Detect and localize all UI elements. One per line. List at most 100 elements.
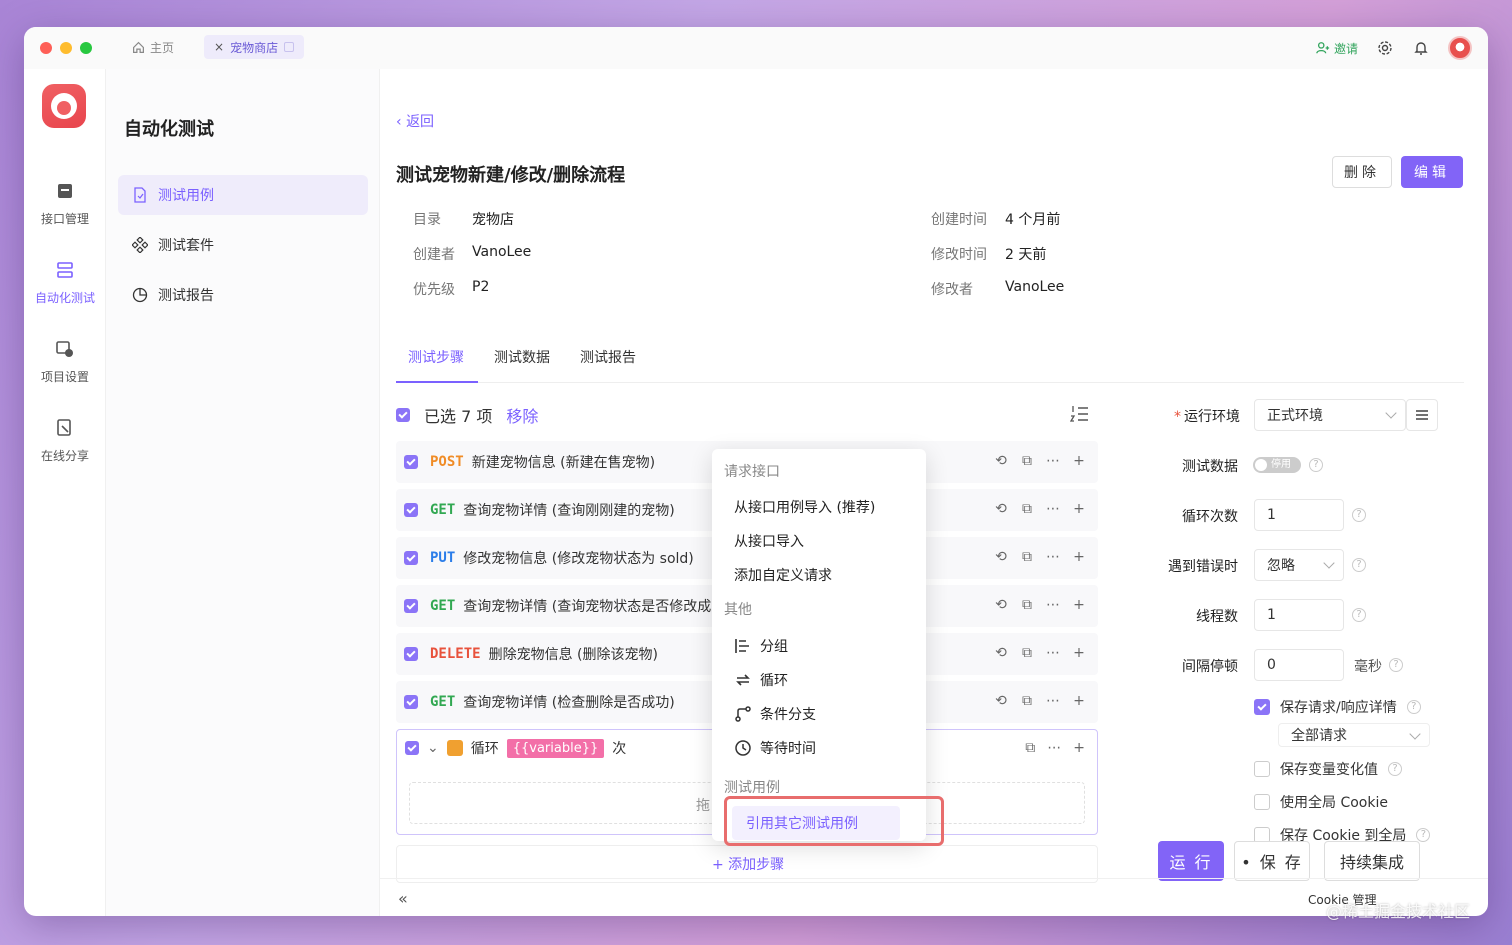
- help-icon[interactable]: ?: [1389, 658, 1403, 672]
- add-icon[interactable]: +: [1072, 645, 1086, 661]
- step-checkbox[interactable]: [404, 551, 418, 565]
- delete-button[interactable]: 删除: [1332, 156, 1392, 188]
- help-icon[interactable]: ?: [1388, 762, 1402, 776]
- select-all-checkbox[interactable]: [396, 408, 410, 422]
- run-button[interactable]: 运 行: [1158, 841, 1224, 881]
- link-icon[interactable]: ⟲: [994, 597, 1008, 613]
- ci-button[interactable]: 持续集成: [1324, 841, 1420, 881]
- collapse-sidebar-icon[interactable]: «: [398, 889, 408, 908]
- page-title: 测试宠物新建/修改/删除流程: [396, 165, 626, 186]
- loop-checkbox[interactable]: [405, 741, 419, 755]
- step-checkbox[interactable]: [404, 599, 418, 613]
- more-icon[interactable]: ⋯: [1046, 645, 1060, 661]
- step-checkbox[interactable]: [404, 647, 418, 661]
- more-icon[interactable]: ⋯: [1046, 453, 1060, 469]
- copy-icon[interactable]: ⧉: [1020, 453, 1034, 469]
- tab-test-data[interactable]: 测试数据: [494, 347, 550, 367]
- add-icon[interactable]: +: [1072, 549, 1086, 565]
- copy-icon[interactable]: ⧉: [1020, 597, 1034, 613]
- step-checkbox[interactable]: [404, 503, 418, 517]
- add-step-button[interactable]: + 添加步骤: [712, 854, 784, 874]
- tab-home[interactable]: 主页: [132, 39, 174, 56]
- rail-item-project-settings[interactable]: 项目设置: [24, 339, 106, 385]
- test-data-toggle[interactable]: 停用: [1253, 457, 1301, 473]
- on-error-select[interactable]: 忽略: [1254, 549, 1344, 581]
- copy-icon[interactable]: ⧉: [1025, 740, 1035, 756]
- help-icon[interactable]: ?: [1416, 828, 1431, 842]
- back-link[interactable]: ‹ 返回: [396, 111, 434, 131]
- automation-icon: [57, 262, 73, 278]
- edit-button[interactable]: 编辑: [1401, 156, 1463, 188]
- save-detail-option[interactable]: 保存请求/响应详情 ?: [1254, 697, 1421, 717]
- menu-item-wait[interactable]: 等待时间: [734, 738, 816, 758]
- menu-item-import-case[interactable]: 从接口用例导入 (推荐): [734, 497, 875, 517]
- tab-pet-store[interactable]: × 宠物商店: [204, 35, 305, 59]
- interval-input[interactable]: 0: [1254, 649, 1344, 681]
- help-icon[interactable]: ?: [1352, 508, 1366, 522]
- more-icon[interactable]: ⋯: [1047, 740, 1061, 756]
- threads-input[interactable]: 1: [1254, 599, 1344, 631]
- help-icon[interactable]: ?: [1352, 608, 1366, 622]
- save-var-checkbox[interactable]: [1254, 761, 1270, 777]
- copy-icon[interactable]: ⧉: [1020, 693, 1034, 709]
- file-icon: [134, 187, 146, 203]
- tab-test-reports[interactable]: 测试报告: [580, 347, 636, 367]
- add-icon[interactable]: +: [1072, 501, 1086, 517]
- step-checkbox[interactable]: [404, 455, 418, 469]
- link-icon[interactable]: ⟲: [994, 549, 1008, 565]
- add-icon[interactable]: +: [1072, 453, 1086, 469]
- save-var-option[interactable]: 保存变量变化值 ?: [1254, 759, 1402, 779]
- add-icon[interactable]: +: [1072, 597, 1086, 613]
- global-cookie-option[interactable]: 使用全局 Cookie: [1254, 792, 1388, 812]
- copy-icon[interactable]: ⧉: [1020, 645, 1034, 661]
- sidebar-item-test-reports[interactable]: 测试报告: [118, 275, 368, 315]
- maximize-window-button[interactable]: [80, 42, 92, 54]
- close-window-button[interactable]: [40, 42, 52, 54]
- copy-icon[interactable]: ⧉: [1020, 549, 1034, 565]
- save-detail-checkbox[interactable]: [1254, 699, 1270, 715]
- add-icon[interactable]: +: [1073, 740, 1085, 756]
- loop-variable[interactable]: {{variable}}: [506, 738, 605, 758]
- link-icon[interactable]: ⟲: [994, 693, 1008, 709]
- sidebar-item-test-suites[interactable]: 测试套件: [118, 225, 368, 265]
- menu-item-group[interactable]: 分组: [734, 636, 788, 656]
- help-icon[interactable]: ?: [1352, 558, 1366, 572]
- remove-link[interactable]: 移除: [506, 403, 538, 427]
- more-icon[interactable]: ⋯: [1046, 693, 1060, 709]
- save-detail-select[interactable]: 全部请求: [1278, 723, 1430, 747]
- link-icon[interactable]: ⟲: [994, 501, 1008, 517]
- step-checkbox[interactable]: [404, 695, 418, 709]
- external-icon[interactable]: [284, 42, 295, 52]
- minimize-window-button[interactable]: [60, 42, 72, 54]
- link-icon[interactable]: ⟲: [994, 453, 1008, 469]
- link-icon[interactable]: ⟲: [994, 645, 1008, 661]
- help-icon[interactable]: ?: [1406, 700, 1421, 714]
- invite-button[interactable]: 邀请: [1316, 40, 1358, 57]
- menu-item-import-api[interactable]: 从接口导入: [734, 531, 804, 551]
- chevron-down-icon[interactable]: ⌄: [427, 740, 439, 756]
- env-select[interactable]: 正式环境: [1254, 399, 1406, 431]
- more-icon[interactable]: ⋯: [1046, 597, 1060, 613]
- help-icon[interactable]: ?: [1309, 458, 1323, 472]
- bell-icon[interactable]: [1412, 39, 1430, 57]
- menu-item-loop[interactable]: 循环: [734, 670, 788, 690]
- menu-item-custom-request[interactable]: 添加自定义请求: [734, 565, 832, 585]
- global-cookie-checkbox[interactable]: [1254, 794, 1270, 810]
- list-order-icon[interactable]: [1070, 405, 1090, 423]
- loop-count-input[interactable]: 1: [1254, 499, 1344, 531]
- more-icon[interactable]: ⋯: [1046, 501, 1060, 517]
- gear-icon[interactable]: [1376, 39, 1394, 57]
- save-button[interactable]: • 保 存: [1234, 841, 1310, 881]
- sidebar-item-test-cases[interactable]: 测试用例: [118, 175, 368, 215]
- tab-test-steps[interactable]: 测试步骤: [408, 347, 464, 367]
- close-tab-icon[interactable]: ×: [214, 40, 224, 54]
- avatar[interactable]: [1448, 36, 1472, 60]
- env-menu-button[interactable]: [1406, 399, 1438, 431]
- copy-icon[interactable]: ⧉: [1020, 501, 1034, 517]
- more-icon[interactable]: ⋯: [1046, 549, 1060, 565]
- menu-item-branch[interactable]: 条件分支: [734, 704, 816, 724]
- add-icon[interactable]: +: [1072, 693, 1086, 709]
- rail-item-automation[interactable]: 自动化测试: [24, 260, 106, 306]
- rail-item-share[interactable]: 在线分享: [24, 418, 106, 464]
- rail-item-api[interactable]: 接口管理: [24, 181, 106, 227]
